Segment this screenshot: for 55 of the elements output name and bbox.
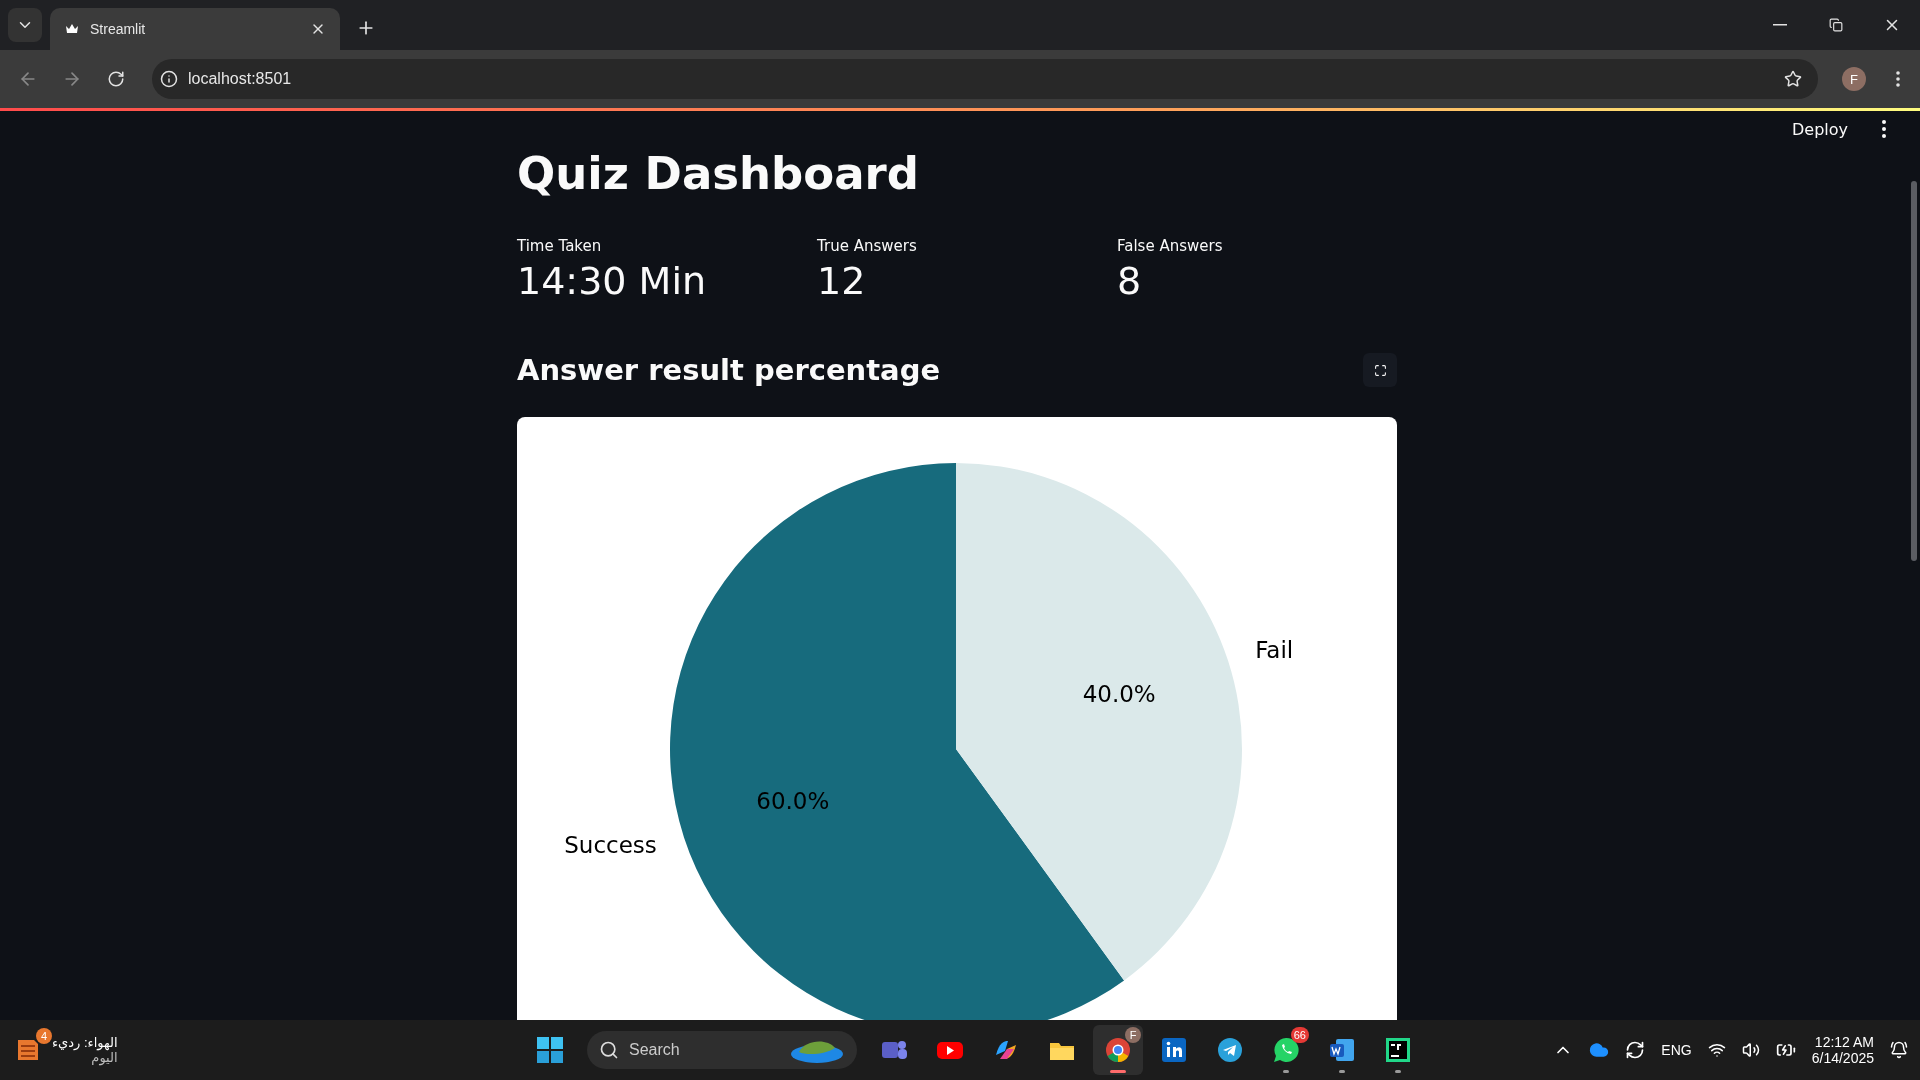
app-badge: F: [1125, 1027, 1141, 1043]
clock-date[interactable]: 6/14/2025: [1811, 1050, 1874, 1066]
percent-label: 60.0%: [756, 787, 830, 814]
app-badge: 66: [1290, 1027, 1309, 1043]
metric-value: 14:30 Min: [517, 259, 708, 303]
sync-icon[interactable]: [1625, 1040, 1646, 1060]
volume-icon[interactable]: [1741, 1041, 1760, 1059]
weather-title: الهواء: رديء: [52, 1035, 118, 1050]
search-icon: [599, 1040, 619, 1060]
page-title: Quiz Dashboard: [517, 147, 920, 201]
search-field[interactable]: Search: [587, 1031, 857, 1069]
metric-value: 12: [817, 259, 867, 303]
tab-list-button[interactable]: [8, 8, 42, 42]
taskbar-app[interactable]: 66: [1261, 1025, 1311, 1075]
running-indicator: [1339, 1070, 1345, 1073]
slice-label: Fail: [1255, 637, 1294, 664]
weather-subtitle: اليوم: [91, 1050, 118, 1065]
restore-icon: [1829, 18, 1843, 32]
notification-badge: 4: [36, 1028, 52, 1044]
ide-app-icon: [1383, 1035, 1413, 1065]
fullscreen-button[interactable]: [1363, 353, 1397, 387]
menu-dots-icon: [1882, 120, 1886, 138]
network-app-icon: [1159, 1035, 1189, 1065]
chart-heading: Answer result percentage: [517, 353, 941, 387]
paper-plane-app-icon: [1215, 1035, 1245, 1065]
info-icon: [160, 70, 178, 88]
browser-tab[interactable]: Streamlit: [50, 8, 340, 50]
running-indicator: [1395, 1070, 1401, 1073]
deploy-button[interactable]: Deploy: [1781, 113, 1858, 145]
cloud-icon[interactable]: [1589, 1040, 1610, 1060]
search-placeholder: Search: [629, 1041, 681, 1059]
metric-value: 8: [1117, 259, 1143, 303]
minimize-icon: [1773, 24, 1787, 26]
tab-title: Streamlit: [90, 21, 147, 37]
url-text: localhost:8501: [188, 70, 293, 88]
reload-icon: [107, 70, 125, 88]
address-bar[interactable]: localhost:8501: [152, 59, 1818, 99]
language-indicator[interactable]: ENG: [1661, 1042, 1692, 1058]
bookmark-star-icon[interactable]: [1784, 70, 1802, 88]
percent-label: 40.0%: [1082, 681, 1156, 708]
metric-label: False Answers: [1117, 237, 1224, 255]
notification-bell-icon[interactable]: [1890, 1041, 1908, 1059]
metric-label: Time Taken: [517, 237, 603, 255]
windows-icon: [536, 1036, 564, 1064]
profile-avatar[interactable]: F: [1842, 67, 1866, 91]
slice-label: Success: [564, 831, 657, 858]
scrollbar-thumb[interactable]: [1911, 181, 1917, 561]
running-indicator: [1283, 1070, 1289, 1073]
taskbar-app[interactable]: F: [1093, 1025, 1143, 1075]
metric-label: True Answers: [817, 237, 918, 255]
clock-time[interactable]: 12:12 AM: [1814, 1034, 1874, 1050]
menu-dots-icon: [1896, 71, 1900, 87]
fullscreen-icon: [1373, 363, 1387, 377]
running-indicator: [1110, 1070, 1126, 1073]
wifi-icon[interactable]: [1707, 1041, 1726, 1059]
